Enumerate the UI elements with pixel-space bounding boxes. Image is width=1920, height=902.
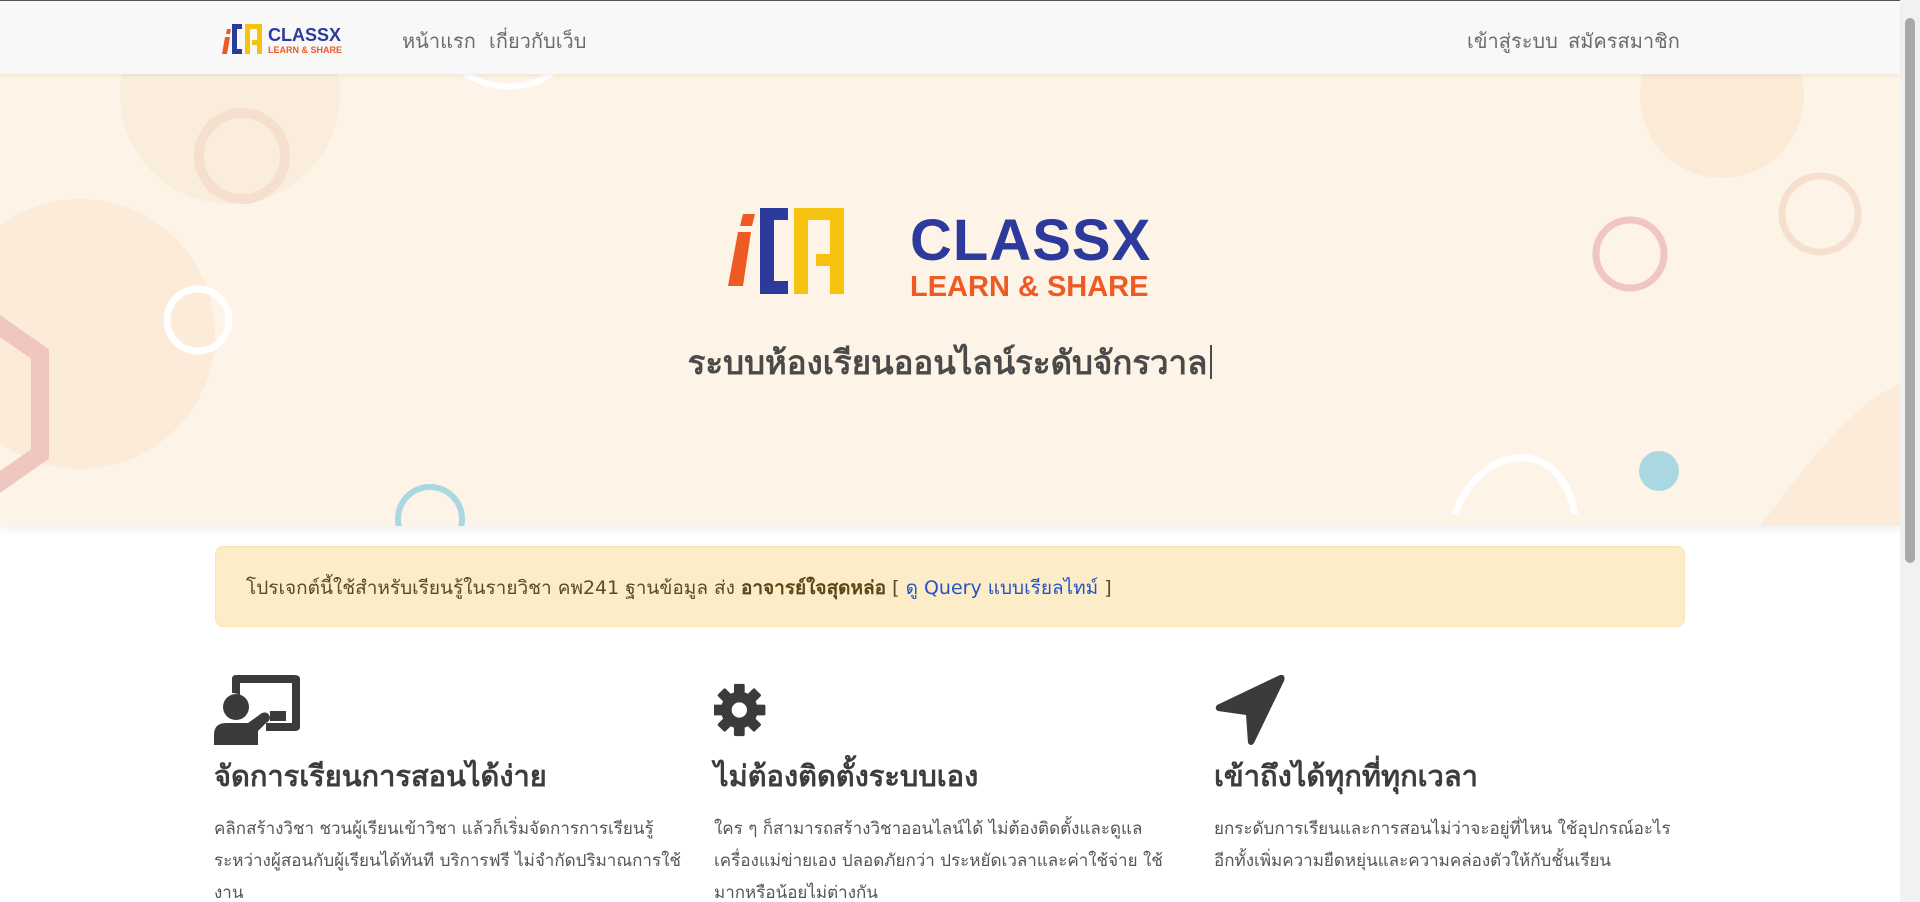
feature-description: ยกระดับการเรียนและการสอนไม่ว่าจะอยู่ที่ไ… bbox=[1214, 819, 1671, 871]
nav-logo-text: CLASSX bbox=[268, 25, 341, 45]
feature-title: จัดการเรียนการสอนได้ง่าย bbox=[214, 759, 547, 793]
feature-description: ใคร ๆ ก็สามารถสร้างวิชาออนไลน์ได้ ไม่ต้อ… bbox=[714, 819, 1163, 902]
site-logo[interactable]: CLASSX LEARN & SHARE bbox=[222, 21, 367, 57]
scrollbar-thumb[interactable] bbox=[1905, 18, 1915, 563]
feature-easy-teaching: จัดการเรียนการสอนได้ง่าย คลิกสร้างวิชา ช… bbox=[214, 675, 684, 902]
nav-home-link[interactable]: หน้าแรก bbox=[402, 25, 476, 57]
navbar: CLASSX LEARN & SHARE หน้าแรก เกี่ยวกับเว… bbox=[0, 1, 1900, 74]
alert-teacher-name: อาจารย์ใจสุดหล่อ bbox=[740, 577, 887, 599]
page-scrollbar[interactable] bbox=[1900, 0, 1920, 902]
location-arrow-icon bbox=[1215, 675, 1285, 745]
project-notice-alert: โปรเจกต์นี้ใช้สำหรับเรียนรู้ในรายวิชา คพ… bbox=[215, 546, 1685, 627]
nav-register-link[interactable]: สมัครสมาชิก bbox=[1568, 25, 1680, 57]
hero-banner: CLASSX LEARN & SHARE ระบบห้องเรียนออนไลน… bbox=[0, 74, 1900, 526]
nav-login-link[interactable]: เข้าสู่ระบบ bbox=[1467, 25, 1558, 57]
hero-tagline: ระบบห้องเรียนออนไลน์ระดับจักรวาล bbox=[0, 336, 1900, 389]
nav-logo-subtext: LEARN & SHARE bbox=[268, 45, 342, 55]
gear-icon bbox=[714, 683, 766, 737]
feature-access-anywhere: เข้าถึงได้ทุกที่ทุกเวลา ยกระดับการเรียนแ… bbox=[1214, 675, 1684, 877]
hero-tagline-text: ระบบห้องเรียนออนไลน์ระดับจักรวาล bbox=[687, 343, 1208, 382]
feature-no-install: ไม่ต้องติดตั้งระบบเอง ใคร ๆ ก็สามารถสร้า… bbox=[714, 675, 1184, 902]
chalkboard-teacher-icon bbox=[214, 675, 300, 745]
hero-logo-text: CLASSX bbox=[910, 208, 1151, 273]
realtime-query-link[interactable]: ดู Query แบบเรียลไทม์ bbox=[906, 577, 1099, 599]
feature-title: เข้าถึงได้ทุกที่ทุกเวลา bbox=[1214, 759, 1478, 793]
nav-about-link[interactable]: เกี่ยวกับเว็บ bbox=[489, 25, 586, 57]
alert-text: โปรเจกต์นี้ใช้สำหรับเรียนรู้ในรายวิชา คพ… bbox=[246, 577, 735, 599]
hero-logo: CLASSX LEARN & SHARE bbox=[728, 208, 1151, 303]
alert-bracket-close: ] bbox=[1098, 577, 1112, 599]
feature-description: คลิกสร้างวิชา ชวนผู้เรียนเข้าวิชา แล้วก็… bbox=[214, 819, 681, 902]
typing-cursor bbox=[1210, 345, 1213, 379]
hero-logo-subtext: LEARN & SHARE bbox=[910, 271, 1148, 303]
alert-bracket-open: [ bbox=[886, 577, 906, 599]
feature-title: ไม่ต้องติดตั้งระบบเอง bbox=[714, 759, 979, 793]
